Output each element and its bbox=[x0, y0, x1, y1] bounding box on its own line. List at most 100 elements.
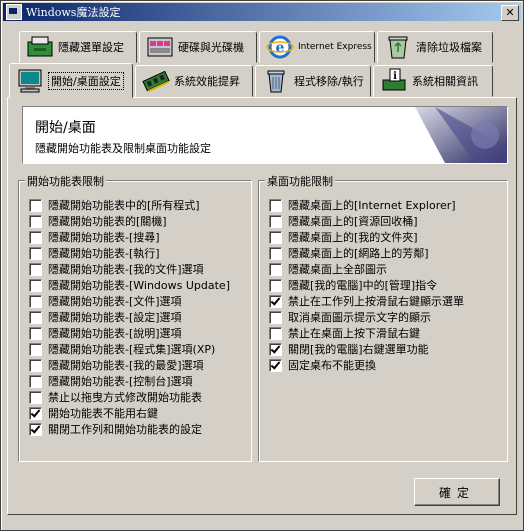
option-row[interactable]: 隱藏開始功能表-[我的文件]選項 bbox=[29, 261, 230, 277]
tab-label: 硬碟與光碟機 bbox=[178, 41, 244, 54]
option-row[interactable]: 隱藏開始功能表-[控制台]選項 bbox=[29, 373, 230, 389]
option-row[interactable]: 禁止在工作列上按滑鼠右鍵顯示選單 bbox=[269, 293, 464, 309]
tab-drives[interactable]: 硬碟與光碟機 bbox=[139, 31, 257, 63]
banner-decoration bbox=[415, 107, 507, 163]
option-row[interactable]: 隱藏開始功能表-[執行] bbox=[29, 245, 230, 261]
option-checkbox[interactable] bbox=[29, 342, 42, 356]
option-checkbox[interactable] bbox=[29, 422, 42, 436]
option-row[interactable]: 隱藏開始功能表-[我的最愛]選項 bbox=[29, 357, 230, 373]
option-row[interactable]: 隱藏開始功能表-[搜尋] bbox=[29, 229, 230, 245]
option-checkbox[interactable] bbox=[269, 262, 282, 276]
option-row[interactable]: 隱藏桌面上全部圖示 bbox=[269, 261, 464, 277]
option-checkbox[interactable] bbox=[269, 198, 282, 212]
option-label: 禁止以拖曳方式修改開始功能表 bbox=[48, 391, 202, 404]
tab-performance[interactable]: 系統效能提昇 bbox=[135, 65, 253, 97]
option-row[interactable]: 關閉[我的電腦]右鍵選單功能 bbox=[269, 341, 464, 357]
title-bar[interactable]: Windows魔法設定 ✕ bbox=[3, 3, 521, 21]
tab-hidden-menu[interactable]: 隱藏選單設定 bbox=[19, 31, 137, 63]
option-checkbox[interactable] bbox=[29, 310, 42, 324]
option-checkbox[interactable] bbox=[29, 198, 42, 212]
option-label: 隱藏開始功能表中的[所有程式] bbox=[48, 199, 200, 212]
tab-label: 隱藏選單設定 bbox=[58, 41, 124, 54]
svg-text:i: i bbox=[393, 71, 397, 82]
option-row[interactable]: 隱藏桌面上的[資源回收桶] bbox=[269, 213, 464, 229]
header-banner: 開始/桌面 隱藏開始功能表及限制桌面功能設定 bbox=[22, 106, 508, 164]
tab-system-info[interactable]: i 系統相關資訊 bbox=[373, 65, 493, 97]
option-label: 取消桌面圖示提示文字的顯示 bbox=[288, 311, 431, 324]
option-row[interactable]: 固定桌布不能更換 bbox=[269, 357, 464, 373]
ok-button[interactable]: 確定 bbox=[414, 478, 500, 506]
info-icon: i bbox=[380, 68, 408, 94]
app-icon bbox=[6, 4, 22, 20]
tab-start-desktop[interactable]: 開始/桌面設定 bbox=[9, 63, 133, 98]
option-label: 隱藏開始功能表的[關機] bbox=[48, 215, 167, 228]
option-row[interactable]: 隱藏開始功能表-[Windows Update] bbox=[29, 277, 230, 293]
option-checkbox[interactable] bbox=[29, 390, 42, 404]
option-checkbox[interactable] bbox=[29, 262, 42, 276]
option-checkbox[interactable] bbox=[269, 310, 282, 324]
option-label: 隱藏[我的電腦]中的[管理]指令 bbox=[288, 279, 438, 292]
option-row[interactable]: 取消桌面圖示提示文字的顯示 bbox=[269, 309, 464, 325]
option-row[interactable]: 隱藏開始功能表-[程式集]選項(XP) bbox=[29, 341, 230, 357]
option-label: 關閉[我的電腦]右鍵選單功能 bbox=[288, 343, 429, 356]
option-checkbox[interactable] bbox=[269, 230, 282, 244]
banner-title: 開始/桌面 bbox=[35, 120, 96, 136]
option-row[interactable]: 隱藏開始功能表-[文件]選項 bbox=[29, 293, 230, 309]
option-row[interactable]: 隱藏開始功能表中的[所有程式] bbox=[29, 197, 230, 213]
option-row[interactable]: 隱藏桌面上的[網路上的芳鄰] bbox=[269, 245, 464, 261]
recycle-bin-icon bbox=[384, 34, 412, 60]
option-label: 隱藏開始功能表-[Windows Update] bbox=[48, 279, 230, 292]
tab-internet-express[interactable]: e Internet Express bbox=[259, 31, 375, 63]
option-label: 隱藏開始功能表-[文件]選項 bbox=[48, 295, 182, 308]
option-row[interactable]: 隱藏開始功能表-[設定]選項 bbox=[29, 309, 230, 325]
option-checkbox[interactable] bbox=[269, 358, 282, 372]
internet-explorer-icon: e bbox=[266, 34, 294, 60]
option-checkbox[interactable] bbox=[29, 374, 42, 388]
option-label: 開始功能表不能用右鍵 bbox=[48, 407, 158, 420]
option-checkbox[interactable] bbox=[269, 342, 282, 356]
tab-panel-start-desktop: 開始/桌面 隱藏開始功能表及限制桌面功能設定 開始功能表限制 隱藏開始功能表中的… bbox=[7, 97, 517, 515]
desktop-restrictions-group: 桌面功能限制 隱藏桌面上的[Internet Explorer] 隱藏桌面上的[資… bbox=[258, 173, 508, 462]
option-row[interactable]: 隱藏桌面上的[我的文件夾] bbox=[269, 229, 464, 245]
start-menu-options-list: 隱藏開始功能表中的[所有程式] 隱藏開始功能表的[關機] 隱藏開始功能表-[搜尋] 隱… bbox=[29, 197, 230, 437]
option-row[interactable]: 禁止以拖曳方式修改開始功能表 bbox=[29, 389, 230, 405]
option-label: 隱藏桌面上的[我的文件夾] bbox=[288, 231, 418, 244]
option-checkbox[interactable] bbox=[269, 326, 282, 340]
option-row[interactable]: 隱藏[我的電腦]中的[管理]指令 bbox=[269, 277, 464, 293]
option-label: 隱藏桌面上的[網路上的芳鄰] bbox=[288, 247, 429, 260]
option-checkbox[interactable] bbox=[29, 246, 42, 260]
option-label: 隱藏桌面上全部圖示 bbox=[288, 263, 387, 276]
close-button[interactable]: ✕ bbox=[501, 5, 519, 21]
tab-program-remove[interactable]: 程式移除/執行 bbox=[255, 65, 371, 97]
tab-clean-junk[interactable]: 清除垃圾檔案 bbox=[377, 31, 493, 63]
option-row[interactable]: 隱藏開始功能表的[關機] bbox=[29, 213, 230, 229]
option-row[interactable]: 禁止在桌面上按下滑鼠右鍵 bbox=[269, 325, 464, 341]
tab-label: 程式移除/執行 bbox=[294, 75, 364, 88]
option-row[interactable]: 隱藏開始功能表-[說明]選項 bbox=[29, 325, 230, 341]
tab-label: 系統相關資訊 bbox=[412, 75, 478, 88]
option-label: 隱藏開始功能表-[執行] bbox=[48, 247, 160, 260]
option-checkbox[interactable] bbox=[269, 294, 282, 308]
window-title: Windows魔法設定 bbox=[26, 6, 121, 19]
option-checkbox[interactable] bbox=[29, 326, 42, 340]
option-checkbox[interactable] bbox=[29, 406, 42, 420]
option-checkbox[interactable] bbox=[29, 278, 42, 292]
option-label: 禁止在工作列上按滑鼠右鍵顯示選單 bbox=[288, 295, 464, 308]
option-row[interactable]: 隱藏桌面上的[Internet Explorer] bbox=[269, 197, 464, 213]
floppy-drive-icon bbox=[26, 34, 54, 60]
option-label: 禁止在桌面上按下滑鼠右鍵 bbox=[288, 327, 420, 340]
option-checkbox[interactable] bbox=[29, 294, 42, 308]
option-label: 隱藏開始功能表-[我的文件]選項 bbox=[48, 263, 204, 276]
option-checkbox[interactable] bbox=[29, 358, 42, 372]
tab-label: 清除垃圾檔案 bbox=[416, 41, 482, 54]
option-checkbox[interactable] bbox=[29, 230, 42, 244]
option-checkbox[interactable] bbox=[269, 214, 282, 228]
option-checkbox[interactable] bbox=[269, 278, 282, 292]
option-label: 隱藏開始功能表-[控制台]選項 bbox=[48, 375, 193, 388]
option-label: 隱藏開始功能表-[設定]選項 bbox=[48, 311, 182, 324]
tab-label: 開始/桌面設定 bbox=[48, 71, 124, 90]
option-checkbox[interactable] bbox=[29, 214, 42, 228]
option-checkbox[interactable] bbox=[269, 246, 282, 260]
option-row[interactable]: 關閉工作列和開始功能表的設定 bbox=[29, 421, 230, 437]
option-row[interactable]: 開始功能表不能用右鍵 bbox=[29, 405, 230, 421]
